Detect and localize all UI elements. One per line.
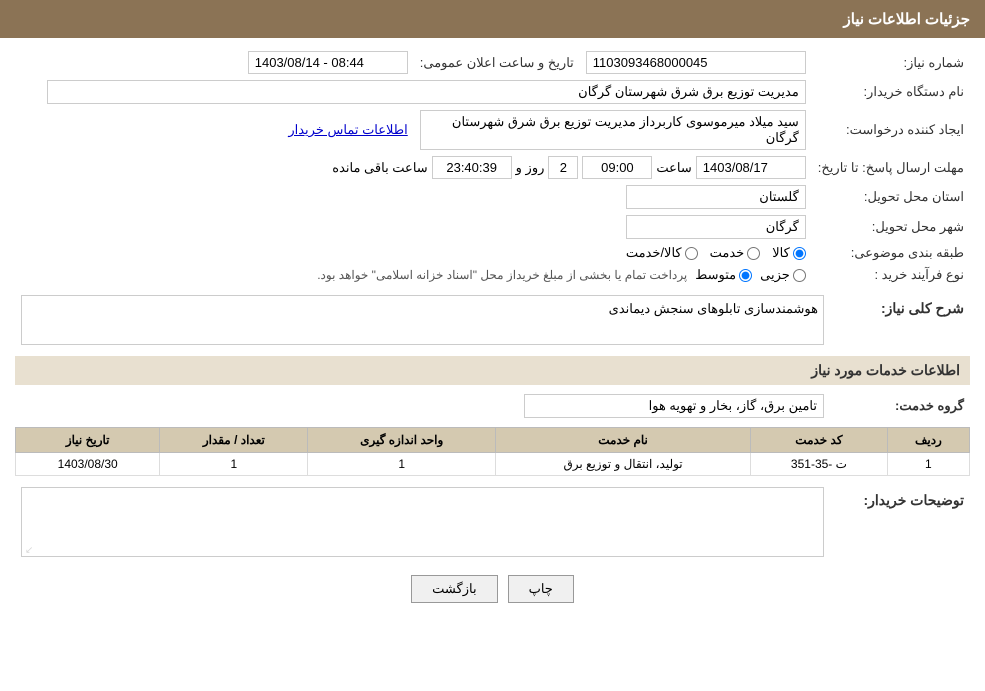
shahr-value: گرگان <box>626 215 806 239</box>
khadamat-section-header: اطلاعات خدمات مورد نیاز <box>15 356 970 385</box>
table-row: 1 ت -35-351 تولید، انتقال و توزیع برق 1 … <box>16 453 970 476</box>
noeFarayand-motavasset-option[interactable]: متوسط <box>695 267 752 283</box>
page-header: جزئیات اطلاعات نیاز <box>0 0 985 38</box>
shomareNiaz-value: 1103093468000045 <box>586 51 806 74</box>
tarikhAlan-label: تاریخ و ساعت اعلان عمومی: <box>414 48 580 77</box>
mohlat-date: 1403/08/17 <box>696 156 806 179</box>
col-namKhadamat: نام خدمت <box>496 428 751 453</box>
tabaqe-khadamat-radio[interactable] <box>747 247 760 260</box>
sharhKoli-section: شرح کلی نیاز: هوشمندسازی تابلوهای سنجش د… <box>15 292 970 348</box>
shahr-label: شهر محل تحویل: <box>812 212 970 242</box>
mohlat-baqi: 23:40:39 <box>432 156 512 179</box>
cell-kodKhadamat: ت -35-351 <box>751 453 888 476</box>
cell-radif: 1 <box>887 453 969 476</box>
namDastgah-value: مدیریت توزیع برق شرق شهرستان گرگان <box>47 80 806 104</box>
cell-vahed: 1 <box>308 453 496 476</box>
mohlat-roz: 2 <box>548 156 578 179</box>
roz-label: روز و <box>516 160 545 176</box>
groheKhadamat-label: گروه خدمت: <box>830 391 970 421</box>
tarikhAlan-value: 1403/08/14 - 08:44 <box>248 51 408 74</box>
print-button[interactable]: چاپ <box>508 575 574 603</box>
button-row: چاپ بازگشت <box>15 575 970 603</box>
back-button[interactable]: بازگشت <box>411 575 497 603</box>
cell-tarikh: 1403/08/30 <box>16 453 160 476</box>
noeFarayand-note: پرداخت تمام یا بخشی از مبلغ خریداز محل "… <box>317 268 687 282</box>
tabaqe-kala-option[interactable]: کالا <box>772 245 806 261</box>
noeFarayand-motavasset-radio[interactable] <box>739 269 752 282</box>
col-tarikh: تاریخ نیاز <box>16 428 160 453</box>
ettelaatTamas-link[interactable]: اطلاعات تماس خریدار <box>288 122 407 137</box>
namDastgah-label: نام دستگاه خریدار: <box>812 77 970 107</box>
shomareNiaz-label: شماره نیاز: <box>812 48 970 77</box>
ijadKonande-value: سید میلاد میرموسوی کاربرداز مدیریت توزیع… <box>420 110 806 150</box>
tabaqe-kalakhadamat-label: کالا/خدمت <box>626 245 682 261</box>
tawzih-textarea[interactable] <box>21 487 824 557</box>
tabaqe-kalakhadamat-option[interactable]: کالا/خدمت <box>626 245 698 261</box>
groheKhadamat-value: تامین برق، گاز، بخار و تهویه هوا <box>524 394 824 418</box>
col-kodKhadamat: کد خدمت <box>751 428 888 453</box>
tawzih-container: ↙ <box>21 487 824 560</box>
baqi-label: ساعت باقی مانده <box>332 160 427 176</box>
tawzih-section: توضیحات خریدار: ↙ <box>15 484 970 563</box>
sharhKoli-container: هوشمندسازی تابلوهای سنجش دیماندی <box>21 295 824 345</box>
col-radif: ردیف <box>887 428 969 453</box>
cell-tedad: 1 <box>160 453 308 476</box>
noeFarayand-jazzi-label: جزیی <box>760 267 790 283</box>
groheKhadamat-row: گروه خدمت: تامین برق، گاز، بخار و تهویه … <box>15 391 970 421</box>
tabaqe-khadamat-option[interactable]: خدمت <box>710 245 761 261</box>
tabaqe-radio-group: کالا خدمت کالا/خدمت <box>47 245 806 261</box>
resize-icon: ↙ <box>25 545 33 556</box>
info-section: شماره نیاز: 1103093468000045 تاریخ و ساع… <box>15 48 970 286</box>
page-title: جزئیات اطلاعات نیاز <box>844 11 971 28</box>
col-vahed: واحد اندازه گیری <box>308 428 496 453</box>
ijadKonande-label: ایجاد کننده درخواست: <box>812 107 970 153</box>
saat-label: ساعت <box>656 160 691 176</box>
tabaqe-kala-label: کالا <box>772 245 790 261</box>
service-table: ردیف کد خدمت نام خدمت واحد اندازه گیری ت… <box>15 427 970 476</box>
cell-namKhadamat: تولید، انتقال و توزیع برق <box>496 453 751 476</box>
tabaqe-kalakhadamat-radio[interactable] <box>685 247 698 260</box>
col-tedad: تعداد / مقدار <box>160 428 308 453</box>
noeFarayand-label: نوع فرآیند خرید : <box>812 264 970 286</box>
tabaqe-label: طبقه بندی موضوعی: <box>812 242 970 264</box>
page-wrapper: جزئیات اطلاعات نیاز شماره نیاز: 11030934… <box>0 0 985 691</box>
noeFarayand-jazzi-option[interactable]: جزیی <box>760 267 806 283</box>
tawzih-label: توضیحات خریدار: <box>830 484 970 563</box>
main-content: شماره نیاز: 1103093468000045 تاریخ و ساع… <box>0 38 985 625</box>
ostan-value: گلستان <box>626 185 806 209</box>
noeFarayand-motavasset-label: متوسط <box>695 267 736 283</box>
ostan-label: استان محل تحویل: <box>812 182 970 212</box>
sharhKoli-label: شرح کلی نیاز: <box>830 292 970 348</box>
noeFarayand-jazzi-radio[interactable] <box>793 269 806 282</box>
tabaqe-khadamat-label: خدمت <box>710 245 745 261</box>
sharhKoli-value: هوشمندسازی تابلوهای سنجش دیماندی <box>21 295 824 345</box>
mohlat-saat: 09:00 <box>582 156 652 179</box>
tabaqe-kala-radio[interactable] <box>793 247 806 260</box>
mohlat-label: مهلت ارسال پاسخ: تا تاریخ: <box>812 153 970 182</box>
